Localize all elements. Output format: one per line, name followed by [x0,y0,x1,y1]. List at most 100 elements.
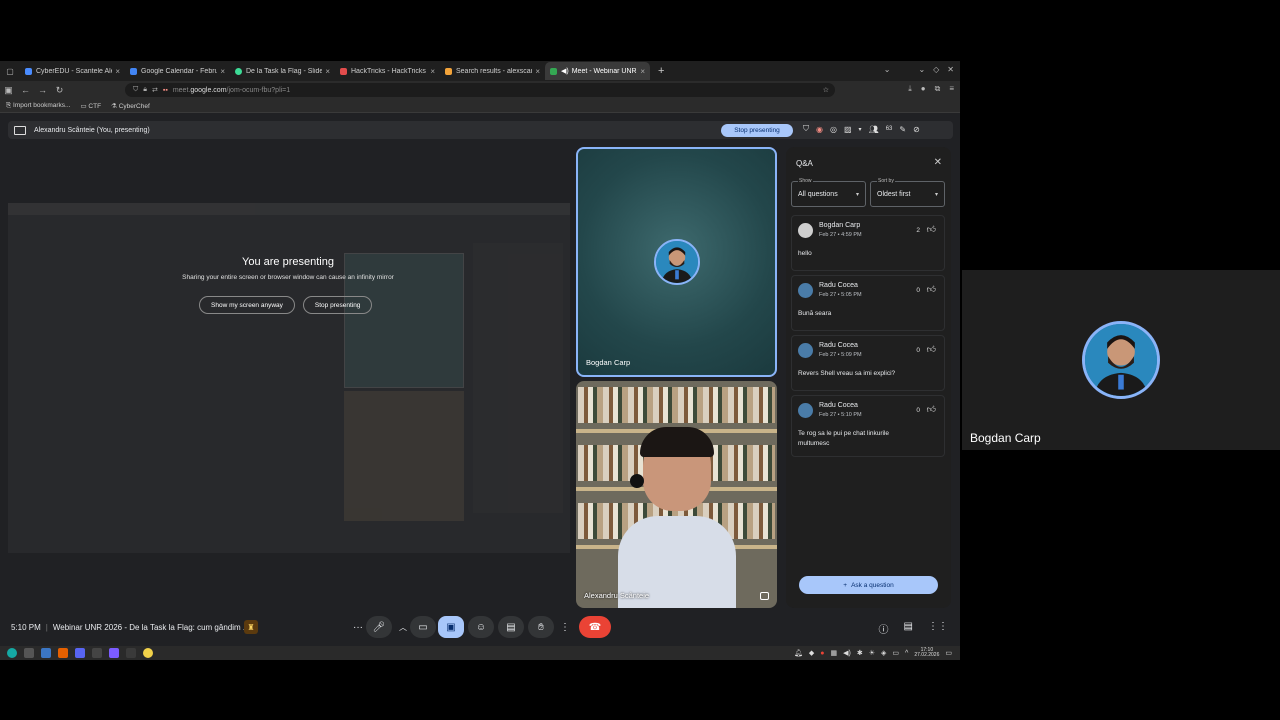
sort-select[interactable]: Sort by Oldest first ▾ [870,178,945,207]
taskbar-clock[interactable]: 17:10 27.02.2026 [914,648,939,658]
firefox-icon[interactable] [58,648,68,658]
url-path: /jom-ocum-fbu?pli=1 [226,86,291,94]
pen-icon[interactable]: ✎ [899,125,906,134]
close-tab-icon[interactable]: × [535,67,540,76]
more-options-icon[interactable]: ··· [349,616,367,638]
taskbar-app-icon[interactable] [126,648,136,658]
more-vert-icon[interactable]: ⋮ [557,616,573,638]
close-tab-icon[interactable]: × [220,67,225,76]
participant-tile-bogdan[interactable]: Bogdan Carp [576,147,777,377]
tab-list-icon[interactable]: ▢ [0,67,20,76]
downloads-icon[interactable]: ⤓ [908,84,912,94]
minimize-icon[interactable]: ⌄ [918,65,925,74]
account-icon[interactable]: ● [921,84,926,94]
restore-icon[interactable]: ◇ [933,65,939,74]
raise-hand-button[interactable]: ✋︎ [528,616,554,638]
taskbar-app-icon[interactable] [143,648,153,658]
close-tab-icon[interactable]: × [430,67,435,76]
close-window-icon[interactable]: ✕ [947,65,954,74]
permissions-icon[interactable]: ⇄ [152,86,158,94]
tab-slidev[interactable]: De la Task la Flag - Slidev × [230,62,335,80]
terminal-icon[interactable] [92,648,102,658]
discord-tray-icon[interactable]: ◆ [809,649,814,657]
reload-icon[interactable]: ↻ [51,85,68,96]
bookmark-ctf[interactable]: ▭ CTF [80,102,101,110]
battery-icon[interactable]: ▭ [892,649,899,657]
camera-button[interactable]: ▭ [410,616,436,638]
participant-tile-alexandru[interactable]: Alexandru Scânteie [576,381,777,608]
shield-icon[interactable]: ⛉ [133,86,138,94]
thumbs-up-icon[interactable]: 👍︎ [927,344,936,355]
reactions-button[interactable]: ☺ [468,616,494,638]
thumbs-up-icon[interactable]: 👍︎ [927,404,936,415]
chat-icon[interactable]: ▤ [904,621,913,636]
close-icon[interactable]: ✕ [934,157,942,168]
address-bar[interactable]: ⛉ 🔒︎ ⇄ ▪▪ meet. google.com/jom-ocum-fbu?p… [125,83,835,97]
favicon-icon [25,67,32,75]
sidebar-icon[interactable]: ▣ [0,85,17,96]
menu-icon[interactable]: ≡ [949,84,954,94]
close-tab-icon[interactable]: × [115,67,120,76]
chevron-down-icon[interactable]: ▾ [859,126,862,133]
close-tab-icon[interactable]: × [640,67,645,76]
captions-button[interactable]: ▤ [498,616,524,638]
tab-cyberedu[interactable]: CyberEDU - Scantele Alex × [20,62,125,80]
notification-icon[interactable]: 🔔︎ [794,649,803,657]
file-manager-icon[interactable] [41,648,51,658]
volume-icon[interactable]: ◀) [843,649,851,657]
lock-icon[interactable]: 🔒︎ [143,86,147,94]
info-icon[interactable]: ⓘ [879,621,889,636]
show-desktop-icon[interactable]: ▭ [945,649,952,657]
show-filter-select[interactable]: Show All questions ▾ [791,178,866,207]
show-screen-anyway-button[interactable]: Show my screen anyway [199,296,295,314]
start-menu-icon[interactable] [7,648,17,658]
security-icon[interactable]: ⛉ [803,124,809,134]
camera-indicator-icon[interactable]: ▪▪ [163,87,168,94]
brightness-icon[interactable]: ☀ [869,649,875,657]
upvote-count: 0 [916,347,920,354]
pin-off-icon[interactable]: ⊘ [913,125,920,134]
tab-search-results[interactable]: Search results - alexscant × [440,62,545,80]
clipboard-icon[interactable]: ▦ [831,649,838,657]
people-icon[interactable]: 👥︎ [869,125,879,134]
speaker-icon[interactable]: ◀) [561,67,569,75]
close-tab-icon[interactable]: × [325,67,330,76]
tab-meet[interactable]: ◀)Meet - Webinar UNR 20× [545,62,650,80]
taskbar-app-icon[interactable] [109,648,119,658]
recording-icon[interactable]: ◉ [816,125,823,134]
tab-google-calendar[interactable]: Google Calendar - Februar × [125,62,230,80]
microphone-button[interactable]: 🎤︎ [366,616,392,638]
bookmark-star-icon[interactable]: ☆ [823,86,829,94]
presenting-notice: You are presenting Sharing your entire s… [0,256,576,281]
tab-title: CyberEDU - Scantele Alex [36,67,113,75]
network-icon[interactable]: ◈ [881,649,886,657]
discord-icon[interactable] [75,648,85,658]
apps-grid-icon[interactable]: ⋮⋮ [928,621,948,636]
extensions-icon[interactable]: ⧉ [935,84,941,94]
floating-participant-tile[interactable]: Bogdan Carp [962,270,1280,450]
tab-hacktricks[interactable]: HackTricks - HackTricks × [335,62,440,80]
record-tray-icon[interactable]: ● [820,650,824,657]
bookmark-cyberchef[interactable]: ⚗ CyberChef [111,102,150,110]
forward-icon[interactable]: → [34,85,51,95]
expand-tile-icon[interactable] [760,592,769,600]
bluetooth-icon[interactable]: ✱ [857,649,863,657]
eye-icon[interactable]: ◎ [830,125,837,134]
thumbs-up-icon[interactable]: 👍︎ [927,284,936,295]
taskbar-app-icon[interactable] [24,648,34,658]
chevron-up-icon[interactable]: ︿ [396,616,410,638]
back-icon[interactable]: ← [17,85,34,95]
stop-presenting-outline-button[interactable]: Stop presenting [302,296,373,314]
question-text: Revers Shell vreau sa imi explici? [798,370,896,377]
stop-presenting-button[interactable]: Stop presenting [721,124,793,137]
captions-off-icon[interactable]: ▨ [844,125,852,134]
thumbs-up-icon[interactable]: 👍︎ [927,224,936,235]
present-button[interactable]: ▣ [438,616,464,638]
new-tab-button[interactable]: + [658,65,664,77]
activities-badge-icon[interactable]: ♜ [244,620,258,634]
leave-call-button[interactable]: ☎ [579,616,611,638]
ask-question-button[interactable]: + Ask a question [799,576,938,594]
bookmark-import[interactable]: ⎘ Import bookmarks... [6,102,70,110]
tab-overflow-chevron-icon[interactable]: ⌄ [884,65,891,74]
chevron-up-icon[interactable]: ^ [905,650,908,657]
